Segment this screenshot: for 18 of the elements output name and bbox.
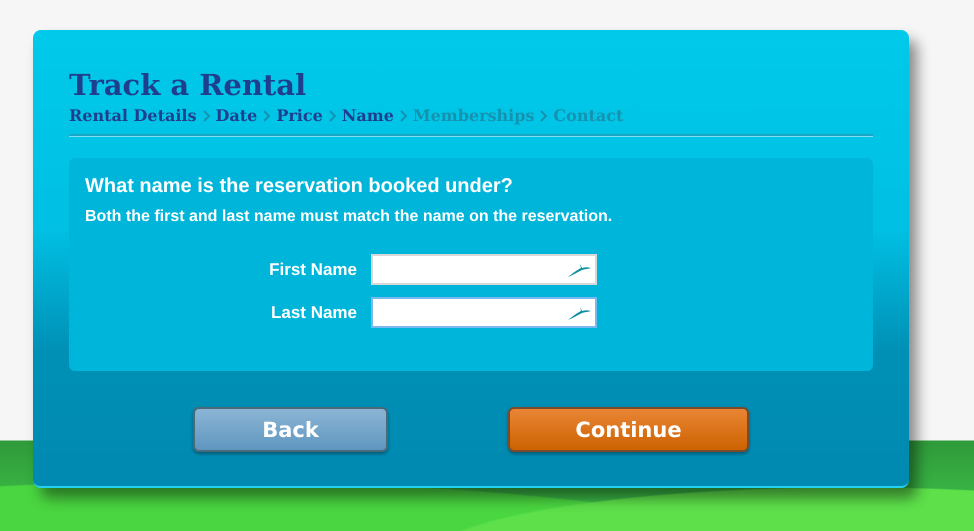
chevron-icon <box>328 110 336 122</box>
breadcrumb-step: Date <box>216 104 258 128</box>
field-label: Last Name <box>270 302 357 322</box>
question-heading: What name is the reservation booked under? <box>85 174 514 199</box>
input-field[interactable] <box>371 254 597 285</box>
breadcrumb-step: Price <box>276 104 323 128</box>
hint-text: Both the first and last name must match the name on the reservation. <box>85 207 614 227</box>
field-label: First Name <box>268 260 357 280</box>
breadcrumb-step: Name <box>342 104 394 128</box>
chevron-icon <box>400 110 407 122</box>
breadcrumb-step: Rental Details <box>69 104 196 128</box>
back-button[interactable]: Back <box>193 407 388 452</box>
input-field[interactable] <box>371 297 597 328</box>
chevron-icon <box>263 110 270 122</box>
chevron-icon <box>202 110 210 122</box>
chevron-icon <box>540 110 548 122</box>
dialog-title: Track a Rental <box>69 67 308 104</box>
continue-button[interactable]: Continue <box>508 407 749 452</box>
